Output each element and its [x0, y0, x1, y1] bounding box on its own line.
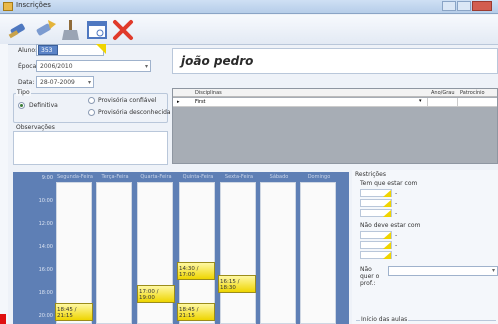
radio-definitiva-label: Definitiva [29, 102, 58, 109]
dash: - [395, 210, 398, 217]
disciplinas-grid: Disciplinas Ano/Grau Patrocínio ▸ First … [172, 88, 498, 164]
data-value: 28-07-2009 [40, 79, 75, 86]
dash: - [395, 190, 398, 197]
day-header: Sexta-Feira [224, 174, 254, 180]
day-header: Quarta-Feira [140, 174, 172, 180]
close-window-button[interactable] [472, 1, 492, 11]
row-selector-icon: ▸ [177, 99, 180, 105]
aluno-label: Aluno: [18, 47, 38, 54]
hour-label: 12:00 [38, 221, 53, 227]
day-header: Domingo [307, 174, 331, 180]
hour-label: 10:00 [38, 198, 53, 204]
observacoes-textarea[interactable] [13, 131, 168, 165]
inicio-aulas-label: Início das aulas [360, 316, 409, 323]
day-header: Sábado [269, 174, 289, 180]
epoca-label: Época [18, 63, 37, 70]
epoca-value: 2006/2010 [40, 63, 73, 70]
disciplina-cell[interactable]: First [195, 99, 206, 105]
hour-label: 18:00 [38, 290, 53, 296]
radio-provisoria-desconhecida[interactable] [88, 109, 95, 116]
observacoes-label: Observações [16, 124, 55, 131]
radio-provisoria-confiavel-label: Provisória confiável [98, 97, 157, 104]
chevron-down-icon: ▾ [491, 267, 495, 274]
minimize-button[interactable] [442, 1, 456, 11]
dash: - [395, 232, 398, 239]
left-strip [0, 44, 8, 324]
brush-icon[interactable] [6, 18, 32, 42]
chevron-down-icon[interactable]: ▾ [419, 98, 422, 104]
dash: - [395, 200, 398, 207]
nao-quer-select[interactable]: ▾ [388, 266, 498, 276]
schedule-event[interactable]: 17:00 / 19:00 [137, 285, 175, 303]
window-title: Inscrições [16, 1, 51, 9]
tem-que-estar-field[interactable] [360, 189, 392, 197]
aluno-value: 353 [38, 45, 58, 55]
title-bar: Inscrições [0, 0, 498, 14]
hour-label: 20:00 [38, 313, 53, 319]
day-column[interactable] [96, 182, 132, 324]
radio-definitiva[interactable] [18, 102, 25, 109]
epoca-select[interactable]: 2006/2010 ▾ [36, 60, 151, 72]
tem-que-estar-field[interactable] [360, 209, 392, 217]
dash: - [395, 242, 398, 249]
nao-deve-label: Não deve estar com [360, 222, 421, 229]
data-field[interactable]: 28-07-2009 ▾ [36, 76, 94, 88]
schedule-event[interactable]: 18:45 / 21:15 [177, 303, 215, 321]
brush-arrow-icon[interactable] [32, 18, 58, 42]
hour-label: 16:00 [38, 267, 53, 273]
restricoes-panel: Restrições Tem que estar com - - - Não d… [352, 170, 498, 324]
col-patrocinio: Patrocínio [460, 90, 485, 96]
col-ano-grau: Ano/Grau [431, 90, 455, 96]
tipo-label: Tipo [16, 89, 31, 96]
status-marker [0, 314, 6, 324]
restricoes-title: Restrições [355, 171, 386, 178]
schedule-event[interactable]: 14:30 / 17:00 [177, 262, 215, 280]
schedule-event[interactable]: 16:15 / 18:30 [218, 275, 256, 293]
nao-quer-label: Não quer o prof.: [360, 266, 380, 287]
hour-label: 9:00 [41, 175, 53, 181]
nao-deve-field[interactable] [360, 241, 392, 249]
chevron-down-icon: ▾ [144, 63, 148, 70]
col-disciplinas: Disciplinas [195, 90, 222, 96]
student-name: joão pedro [181, 54, 254, 68]
day-column[interactable] [300, 182, 336, 324]
dash: - [395, 252, 398, 259]
grid-header: Disciplinas Ano/Grau Patrocínio [173, 89, 497, 97]
schedule-grid: Segunda-Feira Terça-Feira Quarta-Feira Q… [13, 172, 349, 324]
nao-deve-field[interactable] [360, 231, 392, 239]
ano-grau-cell[interactable] [427, 98, 455, 106]
aluno-lookup-flag[interactable] [96, 44, 106, 54]
tem-que-estar-field[interactable] [360, 199, 392, 207]
toolbar [0, 15, 498, 45]
day-header: Segunda-Feira [57, 174, 93, 180]
chevron-down-icon: ▾ [87, 79, 91, 86]
radio-provisoria-confiavel[interactable] [88, 97, 95, 104]
data-label: Data: [18, 79, 35, 86]
schedule-event[interactable]: 18:45 / 21:15 [55, 303, 93, 321]
radio-provisoria-desconhecida-label: Provisória desconhecida [98, 109, 171, 116]
broom-icon[interactable] [58, 18, 84, 42]
tem-que-estar-label: Tem que estar com [360, 180, 418, 187]
day-column[interactable] [260, 182, 296, 324]
day-header: Terça-Feira [101, 174, 129, 180]
day-column[interactable] [220, 182, 256, 324]
window-icon[interactable] [84, 18, 110, 42]
student-name-box: joão pedro [172, 48, 498, 74]
day-header: Quinta-Feira [182, 174, 214, 180]
close-x-icon[interactable] [110, 18, 136, 42]
nao-deve-field[interactable] [360, 251, 392, 259]
maximize-button[interactable] [457, 1, 471, 11]
patrocinio-cell[interactable] [457, 98, 495, 106]
hour-label: 14:00 [38, 244, 53, 250]
app-icon [3, 2, 13, 11]
table-row[interactable]: ▸ First ▾ [173, 98, 497, 107]
